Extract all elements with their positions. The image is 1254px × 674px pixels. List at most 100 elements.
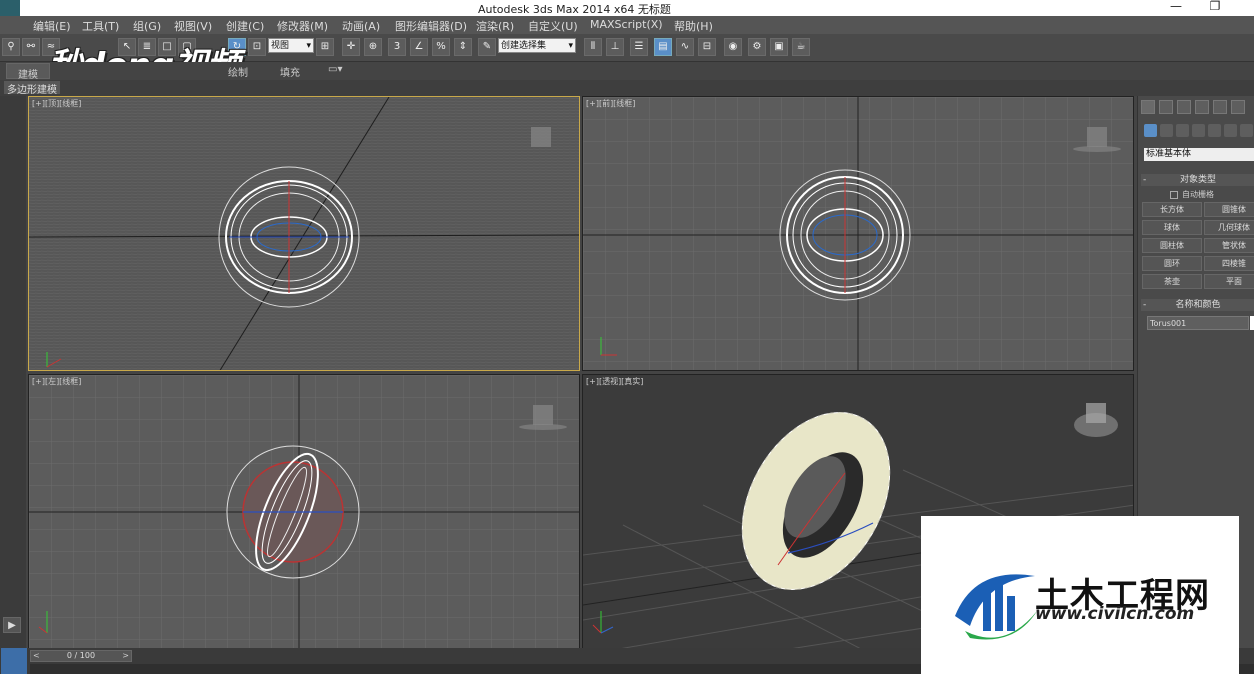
menu-help[interactable]: 帮助(H)	[674, 18, 713, 34]
viewport-top[interactable]: [+][顶][线框]	[28, 96, 580, 371]
helpers-icon[interactable]	[1208, 124, 1221, 137]
motion-tab-icon[interactable]	[1195, 100, 1209, 114]
viewport-top-canvas	[29, 97, 579, 370]
frame-counter: 0 / 100	[66, 651, 96, 660]
menu-modifiers[interactable]: 修改器(M)	[277, 18, 328, 34]
utilities-tab-icon[interactable]	[1231, 100, 1245, 114]
name-color-title: 名称和颜色	[1175, 300, 1221, 310]
render-setup-icon[interactable]: ⚙	[748, 38, 766, 56]
mirror-icon[interactable]: ⫴	[584, 38, 602, 56]
box-button[interactable]: 长方体	[1142, 202, 1202, 217]
name-color-rollout[interactable]: - 名称和颜色	[1141, 299, 1254, 311]
percent-snap-icon[interactable]: %	[432, 38, 450, 56]
geosphere-button[interactable]: 几何球体	[1204, 220, 1254, 235]
app-logo-icon[interactable]	[0, 0, 20, 16]
object-type-rollout[interactable]: - 对象类型	[1141, 174, 1254, 186]
scale-icon[interactable]: ⊡	[248, 38, 266, 56]
menu-views[interactable]: 视图(V)	[174, 18, 212, 34]
tube-button[interactable]: 管状体	[1204, 238, 1254, 253]
spinner-snap-icon[interactable]: ⇕	[454, 38, 472, 56]
named-selection-dropdown[interactable]: 创建选择集	[498, 38, 576, 53]
menu-maxscript[interactable]: MAXScript(X)	[590, 18, 663, 31]
pivot-center-icon[interactable]: ⊞	[316, 38, 334, 56]
sub-ribbon: 多边形建模	[0, 80, 1254, 96]
torus-button[interactable]: 圆环	[1142, 256, 1202, 271]
manipulate-icon[interactable]: ⊕	[364, 38, 382, 56]
modify-tab-icon[interactable]	[1159, 100, 1173, 114]
viewport-perspective-label[interactable]: [+][透视][真实]	[586, 376, 643, 387]
layer-manager-icon[interactable]: ☰	[630, 38, 648, 56]
tab-modeling[interactable]: 建模	[6, 63, 50, 81]
civilcn-logo-icon	[955, 574, 1037, 640]
snap-toggle-icon[interactable]: 3	[388, 38, 406, 56]
object-color-swatch[interactable]	[1250, 316, 1254, 330]
graphite-toolbar-icon[interactable]: ▤	[654, 38, 672, 56]
schematic-view-icon[interactable]: ⊟	[698, 38, 716, 56]
play-icon[interactable]: ▶	[3, 617, 21, 633]
align-icon[interactable]: ⊥	[606, 38, 624, 56]
viewport-left-canvas	[29, 375, 579, 648]
object-type-title: 对象类型	[1179, 175, 1216, 185]
polygon-modeling-label[interactable]: 多边形建模	[4, 81, 60, 96]
cone-button[interactable]: 圆锥体	[1204, 202, 1254, 217]
viewport-left-label[interactable]: [+][左][线框]	[32, 376, 81, 387]
curve-editor-icon[interactable]: ∿	[676, 38, 694, 56]
menu-animation[interactable]: 动画(A)	[342, 18, 380, 34]
maximize-button[interactable]: ❐	[1200, 0, 1230, 16]
auto-grid-label: 自动栅格	[1182, 190, 1214, 199]
watermark-civilcn-url: www.civilcn.com	[1035, 604, 1195, 624]
plane-button[interactable]: 平面	[1204, 274, 1254, 289]
menu-bar: 编辑(E) 工具(T) 组(G) 视图(V) 创建(C) 修改器(M) 动画(A…	[0, 16, 1254, 34]
material-editor-icon[interactable]: ◉	[724, 38, 742, 56]
pyramid-button[interactable]: 四棱锥	[1204, 256, 1254, 271]
title-bar: Autodesk 3ds Max 2014 x64 无标题 — ❐	[0, 0, 1254, 16]
space-warps-icon[interactable]	[1224, 124, 1237, 137]
geometry-icon[interactable]	[1144, 124, 1157, 137]
hierarchy-tab-icon[interactable]	[1177, 100, 1191, 114]
auto-grid-checkbox[interactable]: 自动栅格	[1170, 189, 1214, 200]
shapes-icon[interactable]	[1160, 124, 1173, 137]
rendered-frame-icon[interactable]: ▣	[770, 38, 788, 56]
viewport-front[interactable]: [+][前][线框]	[582, 96, 1134, 371]
viewport-front-canvas	[583, 97, 1133, 370]
ribbon-options-icon[interactable]: ▭▾	[328, 64, 342, 75]
viewport-front-label[interactable]: [+][前][线框]	[586, 98, 635, 109]
ribbon-tabs: 建模 绘制 填充 ▭▾	[0, 62, 1254, 81]
render-production-icon[interactable]: ☕	[792, 38, 810, 56]
reference-coord-dropdown[interactable]: 视图	[268, 38, 314, 53]
watermark-civilcn: 土木工程网 www.civilcn.com	[921, 516, 1239, 674]
angle-snap-icon[interactable]: ∠	[410, 38, 428, 56]
viewport-top-label[interactable]: [+][顶][线框]	[32, 98, 81, 109]
systems-icon[interactable]	[1240, 124, 1253, 137]
checkbox-box[interactable]	[1170, 190, 1178, 199]
time-slider[interactable]: < 0 / 100 >	[30, 650, 132, 662]
menu-graph-editors[interactable]: 图形编辑器(D)	[395, 18, 467, 34]
menu-create[interactable]: 创建(C)	[226, 18, 264, 34]
minimize-button[interactable]: —	[1161, 0, 1191, 16]
menu-customize[interactable]: 自定义(U)	[528, 18, 578, 34]
object-name-field[interactable]: Torus001	[1147, 316, 1249, 330]
unlink-icon[interactable]: ⚯	[22, 38, 40, 56]
tab-paint[interactable]: 绘制	[228, 64, 248, 79]
sphere-button[interactable]: 球体	[1142, 220, 1202, 235]
display-tab-icon[interactable]	[1213, 100, 1227, 114]
menu-group[interactable]: 组(G)	[133, 18, 161, 34]
move-icon[interactable]: ✛	[342, 38, 360, 56]
menu-rendering[interactable]: 渲染(R)	[476, 18, 514, 34]
prev-frame-button[interactable]: <	[33, 651, 40, 661]
viewport-layout-icon[interactable]	[1, 648, 27, 674]
primitive-type-dropdown[interactable]: 标准基本体	[1144, 148, 1254, 161]
menu-edit[interactable]: 编辑(E)	[33, 18, 71, 34]
tab-populate[interactable]: 填充	[280, 64, 300, 79]
viewport-left[interactable]: [+][左][线框]	[28, 374, 580, 649]
link-icon[interactable]: ⚲	[2, 38, 20, 56]
edit-named-selection-icon[interactable]: ✎	[478, 38, 496, 56]
lights-icon[interactable]	[1176, 124, 1189, 137]
menu-tools[interactable]: 工具(T)	[82, 18, 119, 34]
teapot-button[interactable]: 茶壶	[1142, 274, 1202, 289]
next-frame-button[interactable]: >	[122, 651, 129, 661]
cylinder-button[interactable]: 圆柱体	[1142, 238, 1202, 253]
create-tab-icon[interactable]	[1141, 100, 1155, 114]
window-title: Autodesk 3ds Max 2014 x64 无标题	[478, 3, 671, 16]
cameras-icon[interactable]	[1192, 124, 1205, 137]
